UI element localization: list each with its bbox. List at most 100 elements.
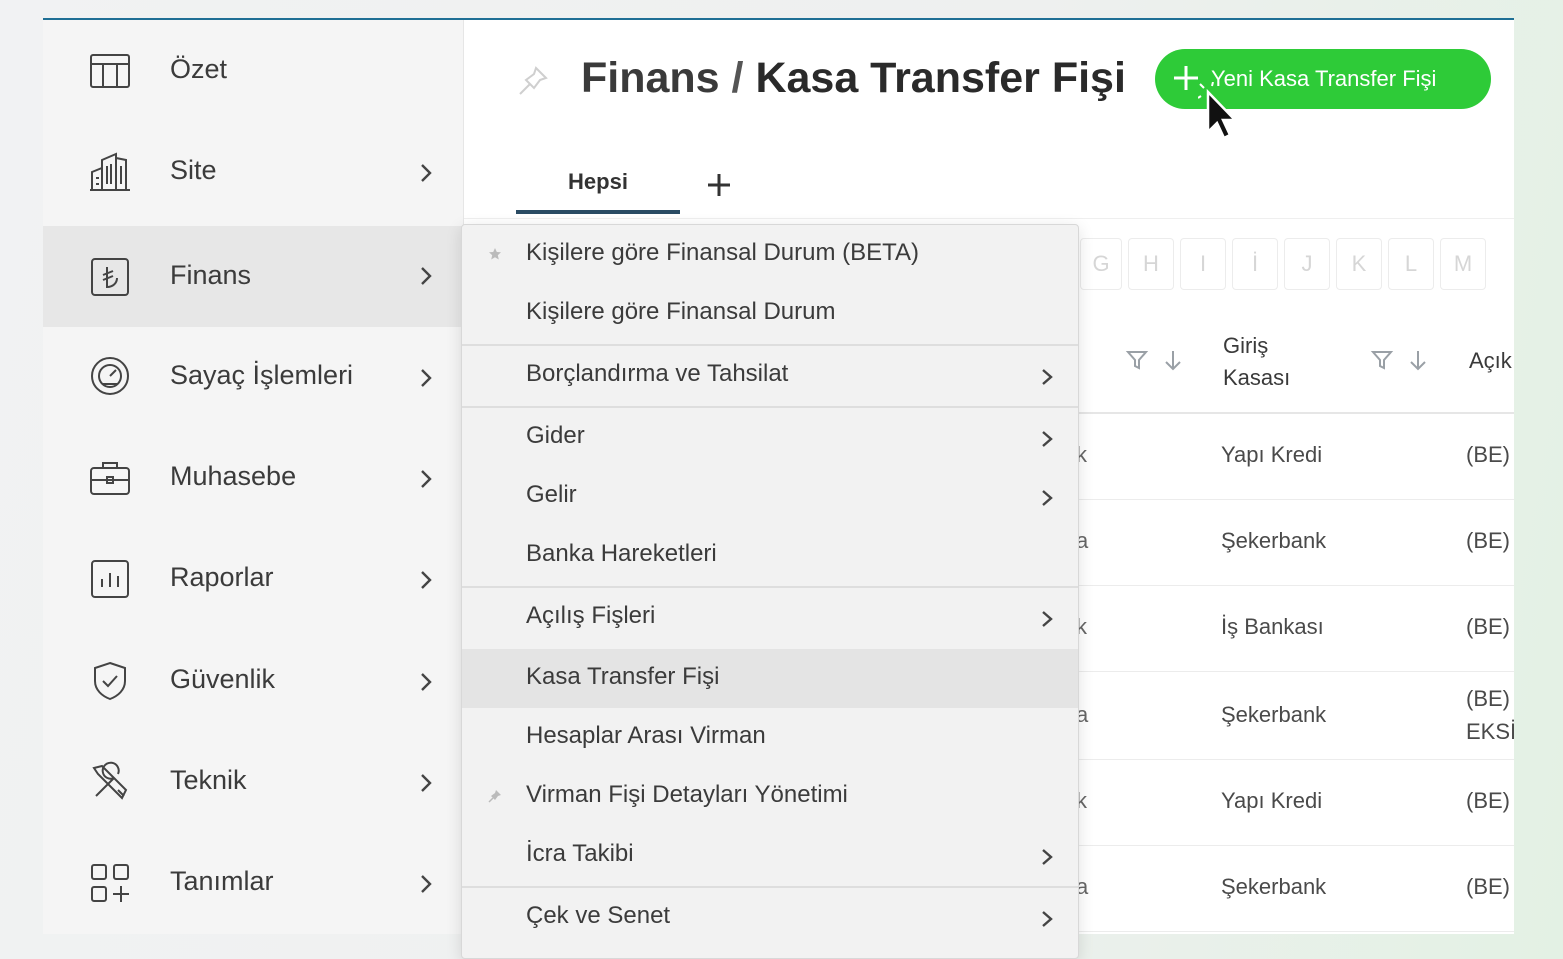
letter-filter[interactable]: L: [1388, 238, 1434, 290]
chevron-right-icon: [1038, 368, 1056, 386]
menu-item[interactable]: İcra Takibi: [462, 826, 1078, 885]
chevron-right-icon: [416, 266, 436, 286]
shield-check-icon: [87, 658, 133, 704]
menu-item-label: Gelir: [526, 481, 577, 508]
menu-item-label: Çek ve Senet: [526, 902, 671, 929]
menu-item-label: Borçlandırma ve Tahsilat: [526, 360, 789, 387]
report-chart-icon: [87, 556, 133, 602]
chevron-right-icon: [416, 773, 436, 793]
menu-item-label: Açılış Fişleri: [526, 602, 656, 629]
breadcrumb-separator: /: [731, 54, 744, 102]
sidebar-item-label: Site: [170, 155, 217, 185]
menu-item[interactable]: Banka Hareketleri: [462, 526, 1078, 585]
chevron-right-icon: [1038, 489, 1056, 507]
tab-hepsi[interactable]: Hepsi: [516, 166, 680, 214]
table-cell-acik: (BE): [1466, 788, 1510, 813]
sidebar-item-finans[interactable]: Finans: [43, 226, 464, 327]
plus-icon: [1171, 63, 1201, 93]
sidebar-item-teknik[interactable]: Teknik: [43, 731, 464, 832]
sidebar-item-label: Güvenlik: [170, 664, 276, 694]
table-cell-bank: Yapı Kredi: [1221, 442, 1323, 467]
sidebar-item-tanimlar[interactable]: Tanımlar: [43, 832, 464, 933]
sidebar-item-sayac-islemleri[interactable]: Sayaç İşlemleri: [43, 326, 464, 427]
menu-item-label: Kişilere göre Finansal Durum: [526, 298, 836, 325]
menu-item[interactable]: Gelir: [462, 467, 1078, 526]
letter-filter[interactable]: H: [1128, 238, 1174, 290]
table-cell-bank: İş Bankası: [1221, 614, 1324, 639]
sort-down-icon[interactable]: [1406, 348, 1430, 372]
letter-filter[interactable]: K: [1336, 238, 1382, 290]
sidebar-item-label: Raporlar: [170, 562, 274, 592]
sort-down-icon[interactable]: [1161, 348, 1185, 372]
chevron-right-icon: [416, 163, 436, 183]
sidebar-item-label: Muhasebe: [170, 461, 297, 491]
building-icon: [87, 149, 133, 195]
letter-filter[interactable]: İ: [1232, 238, 1278, 290]
table-cell-acik: (BE) EKSİ: [1466, 686, 1514, 744]
menu-item-label: Kişilere göre Finansal Durum (BETA): [526, 239, 920, 266]
column-tools: [1370, 348, 1430, 372]
column-header-acik[interactable]: Açık: [1469, 348, 1512, 374]
breadcrumb-parent[interactable]: Finans: [581, 54, 720, 102]
chevron-right-icon: [1038, 430, 1056, 448]
table-cell-acik: (BE): [1466, 614, 1510, 639]
letter-filter[interactable]: I: [1180, 238, 1226, 290]
pin-small-icon: [488, 789, 502, 803]
menu-item[interactable]: Açılış Fişleri: [462, 588, 1078, 647]
table-icon: [87, 48, 133, 94]
filter-icon[interactable]: [1125, 348, 1149, 372]
chevron-right-icon: [1038, 910, 1056, 928]
chevron-right-icon: [416, 469, 436, 489]
table-cell-bank: Şekerbank: [1221, 702, 1327, 727]
sidebar-item-site[interactable]: Site: [43, 121, 464, 222]
page-title: Finans / Kasa Transfer Fişi: [581, 54, 1126, 103]
letter-filter[interactable]: J: [1284, 238, 1330, 290]
sidebar-item-label: Tanımlar: [170, 866, 274, 896]
add-tab-icon[interactable]: [706, 172, 732, 198]
table-cell-acik: (BE): [1466, 874, 1510, 899]
menu-item[interactable]: Borçlandırma ve Tahsilat: [462, 346, 1078, 405]
alphabet-filter: G H I İ J K L M: [1080, 238, 1486, 290]
sidebar-item-ozet[interactable]: Özet: [43, 20, 464, 121]
menu-item[interactable]: Gider: [462, 408, 1078, 467]
menu-item-label: Virman Fişi Detayları Yönetimi: [526, 781, 848, 808]
chevron-right-icon: [416, 874, 436, 894]
menu-item-label: Banka Hareketleri: [526, 540, 717, 567]
sidebar: Özet Site Finans Sayaç İşlemleri Muhaseb…: [43, 20, 464, 934]
sidebar-item-label: Teknik: [170, 765, 247, 795]
pin-icon[interactable]: [516, 64, 550, 98]
column-header-giris-kasasi[interactable]: Giriş Kasası: [1223, 330, 1333, 394]
column-tools: [1125, 348, 1185, 372]
finans-submenu: Kişilere göre Finansal Durum (BETA) Kişi…: [461, 224, 1079, 959]
menu-item[interactable]: Hesaplar Arası Virman: [462, 708, 1078, 767]
chevron-right-icon: [1038, 848, 1056, 866]
menu-item-label: Kasa Transfer Fişi: [526, 663, 720, 690]
menu-item-label: Gider: [526, 422, 585, 449]
table-cell-acik: (BE): [1466, 442, 1510, 467]
table-cell-bank: Şekerbank: [1221, 528, 1327, 553]
sidebar-item-label: Özet: [170, 54, 228, 84]
star-icon: [488, 247, 502, 261]
sidebar-item-guvenlik[interactable]: Güvenlik: [43, 630, 464, 731]
chevron-right-icon: [416, 672, 436, 692]
menu-item-active[interactable]: Kasa Transfer Fişi: [462, 649, 1078, 708]
tools-icon: [87, 759, 133, 805]
briefcase-icon: [87, 455, 133, 501]
menu-item[interactable]: Kişilere göre Finansal Durum: [462, 284, 1078, 343]
letter-filter[interactable]: M: [1440, 238, 1486, 290]
filter-icon[interactable]: [1370, 348, 1394, 372]
menu-item[interactable]: Çek ve Senet: [462, 888, 1078, 947]
breadcrumb-current: Kasa Transfer Fişi: [755, 54, 1126, 102]
table-cell-acik: (BE): [1466, 528, 1510, 553]
grid-add-icon: [87, 860, 133, 906]
sidebar-item-label: Finans: [170, 260, 252, 290]
menu-item[interactable]: Kişilere göre Finansal Durum (BETA): [462, 225, 1078, 284]
letter-filter[interactable]: G: [1080, 238, 1122, 290]
sidebar-item-raporlar[interactable]: Raporlar: [43, 528, 464, 629]
menu-item-label: Hesaplar Arası Virman: [526, 722, 766, 749]
sidebar-item-label: Sayaç İşlemleri: [170, 360, 354, 390]
sidebar-item-muhasebe[interactable]: Muhasebe: [43, 427, 464, 528]
gauge-icon: [87, 353, 133, 399]
table-cell-bank: Şekerbank: [1221, 874, 1327, 899]
menu-item[interactable]: Virman Fişi Detayları Yönetimi: [462, 767, 1078, 826]
